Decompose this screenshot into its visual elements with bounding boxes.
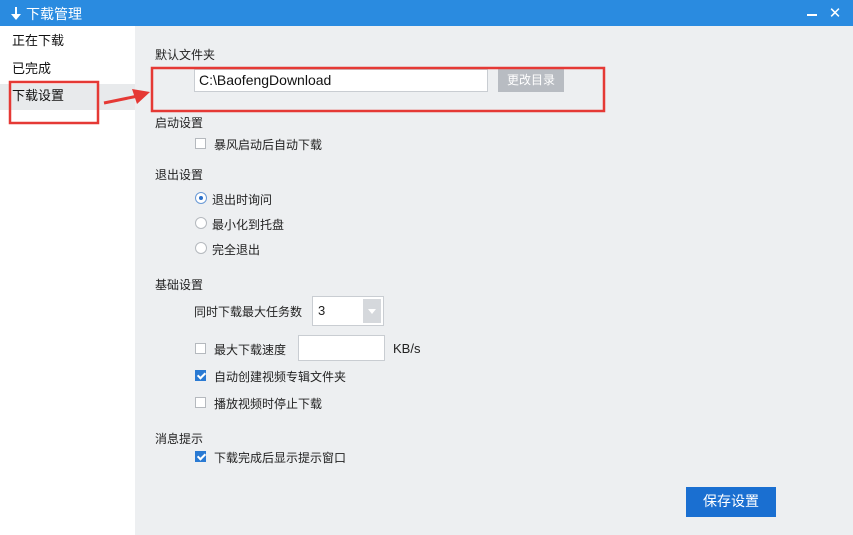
- close-button[interactable]: ✕: [825, 3, 845, 23]
- exit-quit-label: 完全退出: [212, 243, 261, 257]
- download-arrow-icon: [11, 7, 21, 20]
- exit-minimize-tray-label: 最小化到托盘: [212, 218, 285, 232]
- show-popup-label: 下载完成后显示提示窗口: [214, 451, 347, 465]
- max-tasks-label: 同时下载最大任务数: [194, 305, 303, 319]
- max-tasks-select[interactable]: 3: [312, 296, 384, 326]
- max-speed-label: 最大下载速度: [214, 343, 287, 357]
- exit-ask-radio[interactable]: [195, 192, 207, 204]
- exit-quit-radio[interactable]: [195, 242, 207, 254]
- max-speed-input[interactable]: [298, 335, 385, 361]
- minimize-button[interactable]: [802, 3, 822, 23]
- auto-download-checkbox[interactable]: [195, 138, 206, 149]
- max-tasks-value: 3: [318, 303, 326, 318]
- startup-settings-label: 启动设置: [155, 116, 204, 130]
- exit-settings-label: 退出设置: [155, 168, 204, 182]
- sidebar-item-downloading[interactable]: 正在下载: [0, 29, 135, 55]
- change-folder-button[interactable]: 更改目录: [498, 69, 564, 92]
- sidebar: 正在下载 已完成 下载设置: [0, 26, 135, 535]
- auto-download-label: 暴风启动后自动下载: [214, 138, 323, 152]
- stop-on-play-label: 播放视频时停止下载: [214, 397, 323, 411]
- show-popup-checkbox[interactable]: [195, 451, 206, 462]
- chevron-down-icon[interactable]: [363, 299, 381, 323]
- max-speed-checkbox[interactable]: [195, 343, 206, 354]
- title-bar: 下载管理 ✕: [0, 0, 853, 26]
- notify-settings-label: 消息提示: [155, 432, 204, 446]
- download-path-input[interactable]: C:\BaofengDownload: [194, 69, 488, 92]
- window-title: 下载管理: [26, 7, 82, 23]
- sidebar-item-download-settings[interactable]: 下载设置: [0, 84, 135, 110]
- speed-unit-label: KB/s: [393, 341, 421, 356]
- save-settings-button[interactable]: 保存设置: [686, 487, 776, 517]
- window-title-group: 下载管理: [10, 4, 82, 24]
- stop-on-play-checkbox[interactable]: [195, 397, 206, 408]
- auto-album-folder-label: 自动创建视频专辑文件夹: [214, 370, 347, 384]
- exit-minimize-tray-radio[interactable]: [195, 217, 207, 229]
- auto-album-folder-checkbox[interactable]: [195, 370, 206, 381]
- exit-ask-label: 退出时询问: [212, 193, 273, 207]
- basic-settings-label: 基础设置: [155, 278, 204, 292]
- default-folder-label: 默认文件夹: [155, 48, 216, 62]
- sidebar-item-completed[interactable]: 已完成: [0, 57, 135, 83]
